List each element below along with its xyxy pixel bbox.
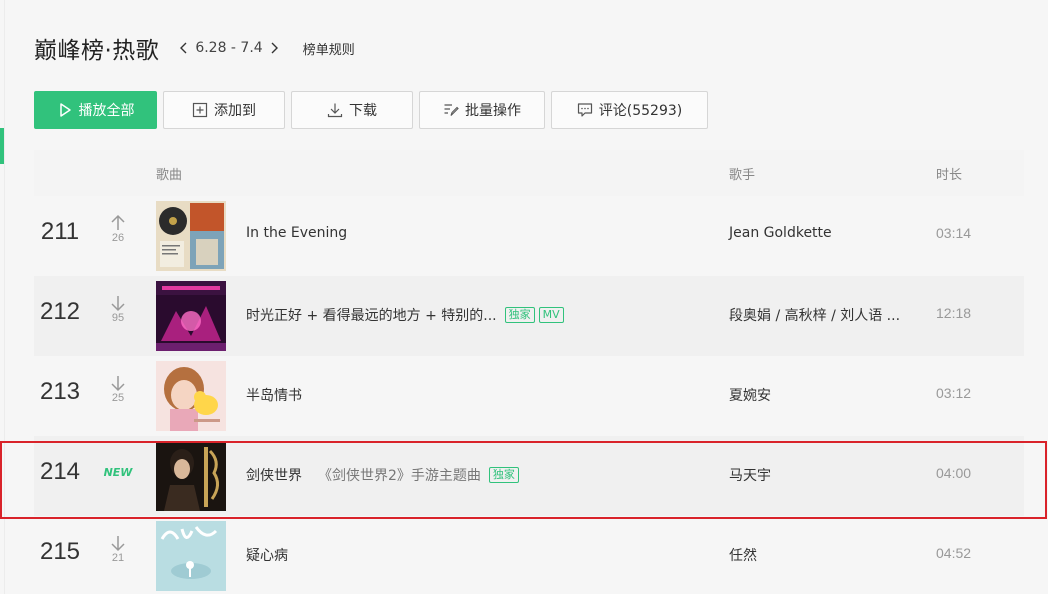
page-title: 巅峰榜·热歌 bbox=[34, 38, 160, 64]
arrow-up-icon bbox=[111, 214, 125, 230]
rank-trend: 21 bbox=[100, 534, 136, 564]
album-cover[interactable] bbox=[156, 281, 226, 351]
album-cover[interactable] bbox=[156, 361, 226, 431]
exclusive-tag: 独家 bbox=[504, 307, 535, 323]
add-to-button[interactable]: 添加到 bbox=[163, 91, 285, 129]
song-title[interactable]: 疑心病 bbox=[246, 545, 288, 565]
comments-label: 评论(55293) bbox=[598, 103, 683, 119]
toolbar: 播放全部 添加到 下载 批量操作 评论(55293) bbox=[34, 91, 708, 129]
song-duration: 03:12 bbox=[936, 385, 972, 401]
chevron-left-icon[interactable] bbox=[177, 41, 191, 55]
song-title-cell: In the Evening bbox=[246, 225, 347, 241]
song-title-cell: 时光正好 + 看得最远的地方 + 特别的... 独家 MV bbox=[246, 305, 564, 325]
sidebar-active-indicator bbox=[0, 128, 4, 164]
download-button[interactable]: 下载 bbox=[291, 91, 413, 129]
arrow-down-icon bbox=[111, 536, 125, 552]
chart-rules-link[interactable]: 榜单规则 bbox=[303, 39, 355, 58]
add-to-label: 添加到 bbox=[214, 103, 256, 119]
rank-change: 25 bbox=[111, 392, 125, 404]
rank-number: 214 bbox=[39, 458, 81, 485]
download-icon bbox=[327, 102, 343, 118]
album-cover[interactable] bbox=[156, 521, 226, 591]
song-duration: 12:18 bbox=[936, 305, 972, 321]
artist-name[interactable]: 夏婉安 bbox=[729, 385, 771, 405]
play-icon bbox=[57, 102, 73, 118]
song-title[interactable]: 剑侠世界 bbox=[246, 465, 302, 485]
play-all-label: 播放全部 bbox=[78, 103, 135, 119]
rank-change: 26 bbox=[111, 232, 125, 244]
rank-trend: 26 bbox=[100, 214, 136, 244]
batch-operation-label: 批量操作 bbox=[465, 103, 521, 119]
rank-change: 21 bbox=[111, 552, 125, 564]
song-title[interactable]: In the Evening bbox=[246, 225, 347, 241]
batch-edit-icon bbox=[443, 102, 459, 118]
week-range: 6.28 - 7.4 bbox=[195, 40, 263, 56]
artist-name[interactable]: 任然 bbox=[729, 545, 757, 565]
page-header: 巅峰榜·热歌 6.28 - 7.4 榜单规则 bbox=[34, 30, 355, 66]
comment-icon bbox=[577, 102, 593, 118]
song-title[interactable]: 半岛情书 bbox=[246, 385, 302, 405]
week-navigator: 6.28 - 7.4 bbox=[177, 40, 280, 56]
arrow-down-icon bbox=[111, 296, 125, 312]
chevron-right-icon[interactable] bbox=[267, 41, 281, 55]
rank-number: 213 bbox=[39, 378, 81, 405]
table-row[interactable]: 215 21 疑心病 任然 04:52 bbox=[34, 516, 1024, 594]
song-duration: 03:14 bbox=[936, 225, 972, 241]
table-row[interactable]: 211 26 In the Evening Jean Goldkette 03:… bbox=[34, 196, 1024, 276]
column-header-duration: 时长 bbox=[936, 167, 963, 183]
mv-tag[interactable]: MV bbox=[538, 307, 564, 323]
song-duration: 04:00 bbox=[936, 465, 972, 481]
song-title-cell: 疑心病 bbox=[246, 545, 288, 565]
song-title[interactable]: 时光正好 + 看得最远的地方 + 特别的... bbox=[246, 305, 497, 325]
table-row[interactable]: 214 NEW 剑侠世界 《剑侠世界2》手游主题曲 独家 马天宇 04:00 bbox=[34, 436, 1024, 516]
column-header-artist: 歌手 bbox=[729, 167, 756, 183]
table-row[interactable]: 213 25 半岛情书 夏婉安 03:12 bbox=[34, 356, 1024, 436]
song-subtitle: 《剑侠世界2》手游主题曲 bbox=[318, 468, 481, 484]
exclusive-tag: 独家 bbox=[488, 467, 519, 483]
arrow-down-icon bbox=[111, 376, 125, 392]
song-duration: 04:52 bbox=[936, 545, 972, 561]
song-table: 歌曲 歌手 时长 211 26 In the Evening Jean Gold… bbox=[34, 150, 1024, 594]
table-header: 歌曲 歌手 时长 bbox=[34, 150, 1024, 196]
rank-trend: 95 bbox=[100, 294, 136, 324]
batch-operation-button[interactable]: 批量操作 bbox=[419, 91, 545, 129]
album-cover[interactable] bbox=[156, 441, 226, 511]
column-header-song: 歌曲 bbox=[156, 167, 183, 183]
play-all-button[interactable]: 播放全部 bbox=[34, 91, 157, 129]
download-label: 下载 bbox=[349, 103, 377, 119]
plus-box-icon bbox=[192, 102, 208, 118]
comments-button[interactable]: 评论(55293) bbox=[551, 91, 708, 129]
song-title-cell: 半岛情书 bbox=[246, 385, 302, 405]
rank-number: 212 bbox=[39, 298, 81, 325]
artist-name[interactable]: Jean Goldkette bbox=[729, 225, 832, 241]
left-divider bbox=[4, 0, 5, 594]
song-title-cell: 剑侠世界 《剑侠世界2》手游主题曲 独家 bbox=[246, 465, 519, 485]
table-row[interactable]: 212 95 时光正好 + 看得最远的地方 + 特别的... 独家 MV 段奥娟… bbox=[34, 276, 1024, 356]
rank-number: 215 bbox=[39, 538, 81, 565]
artist-name[interactable]: 段奥娟 / 高秋梓 / 刘人语 ... bbox=[729, 305, 900, 325]
artist-name[interactable]: 马天宇 bbox=[729, 465, 771, 485]
rank-trend: 25 bbox=[100, 374, 136, 404]
rank-change: 95 bbox=[111, 312, 125, 324]
rank-trend: NEW bbox=[100, 454, 136, 479]
rank-number: 211 bbox=[40, 218, 80, 245]
new-entry-badge: NEW bbox=[103, 466, 133, 479]
album-cover[interactable] bbox=[156, 201, 226, 271]
